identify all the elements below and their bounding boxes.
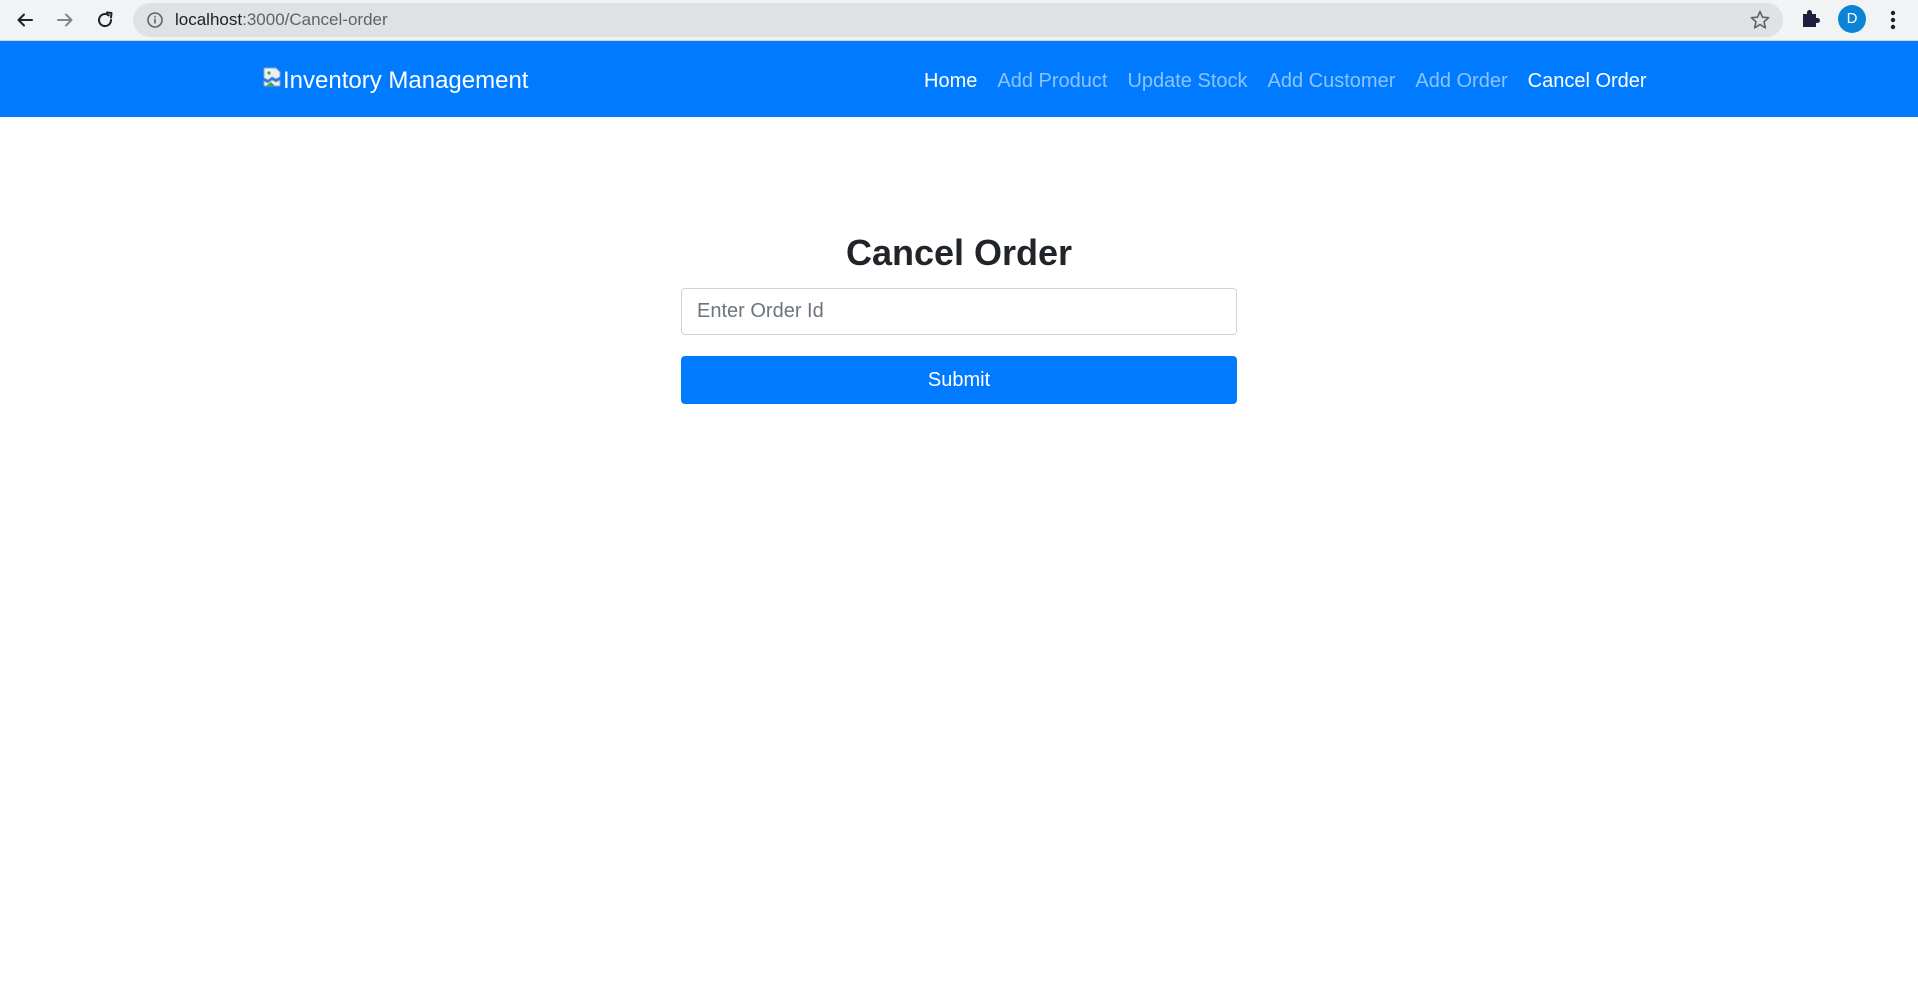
forward-button[interactable] <box>51 6 79 34</box>
info-icon[interactable] <box>146 11 164 29</box>
back-button[interactable] <box>11 6 39 34</box>
reload-icon <box>98 11 113 28</box>
submit-button[interactable]: Submit <box>681 356 1237 404</box>
url-text: localhost:3000/Cancel-order <box>175 3 388 37</box>
nav-link-update-stock[interactable]: Update Stock <box>1117 70 1257 93</box>
broken-image-icon <box>263 67 281 87</box>
url-host: localhost <box>175 10 243 29</box>
app-navbar: Inventory Management Home Add Product Up… <box>0 41 1918 117</box>
nav-link-home[interactable]: Home <box>914 70 987 93</box>
extensions-icon[interactable] <box>1798 6 1824 32</box>
cancel-order-form: Submit <box>681 288 1237 404</box>
nav-link-add-order[interactable]: Add Order <box>1405 70 1517 93</box>
order-id-input[interactable] <box>681 288 1237 335</box>
page-title: Cancel Order <box>845 232 1073 273</box>
nav-link-add-product[interactable]: Add Product <box>987 70 1117 93</box>
nav-links: Home Add Product Update Stock Add Custom… <box>914 63 1657 99</box>
back-icon <box>17 13 33 27</box>
star-icon[interactable] <box>1749 9 1771 31</box>
nav-link-add-customer[interactable]: Add Customer <box>1258 70 1406 93</box>
profile-avatar[interactable]: D <box>1838 5 1866 33</box>
reload-button[interactable] <box>91 6 119 34</box>
nav-link-cancel-order[interactable]: Cancel Order <box>1518 70 1657 93</box>
navbar-brand[interactable]: Inventory Management <box>263 65 528 97</box>
browser-toolbar: localhost:3000/Cancel-order D <box>0 0 1918 41</box>
forward-icon <box>57 13 73 27</box>
kebab-menu-icon[interactable] <box>1880 6 1906 34</box>
address-bar[interactable]: localhost:3000/Cancel-order <box>133 3 1783 37</box>
url-path: :3000/Cancel-order <box>242 10 388 29</box>
brand-label: Inventory Management <box>283 67 529 94</box>
